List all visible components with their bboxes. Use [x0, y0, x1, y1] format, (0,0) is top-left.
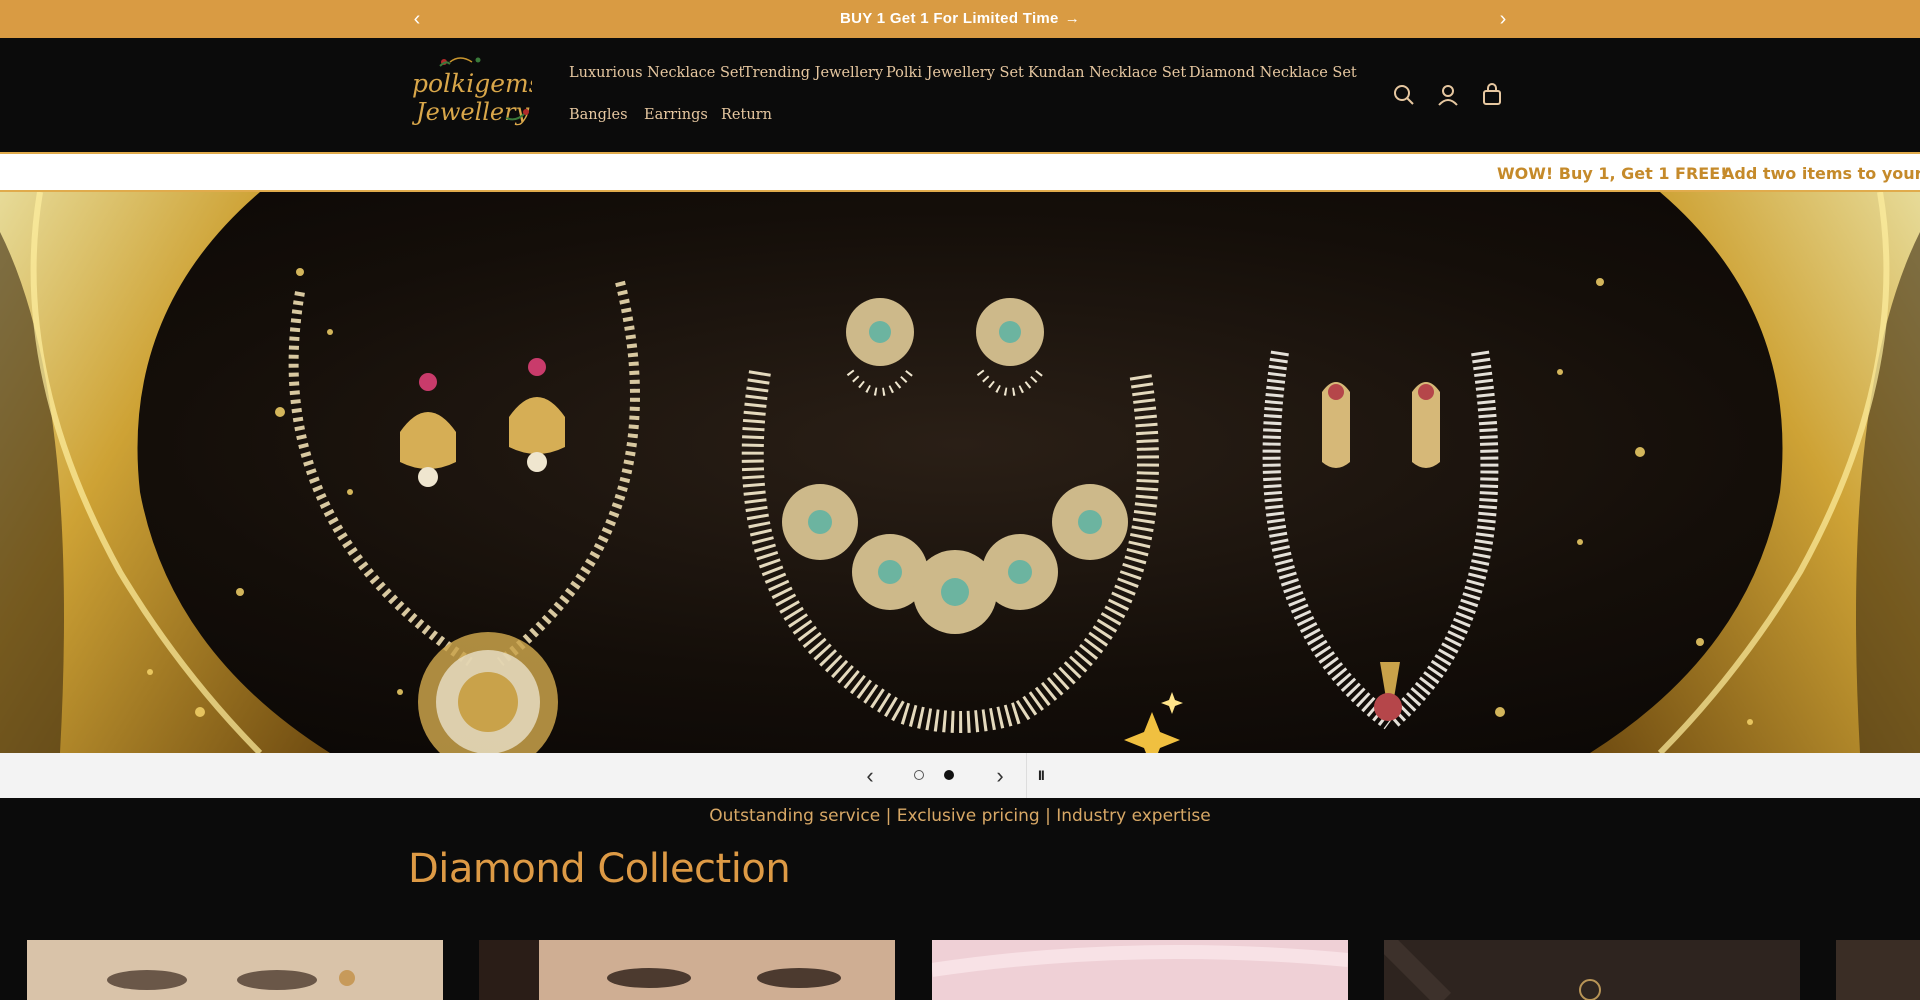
cart-icon[interactable] [1479, 82, 1505, 108]
logo[interactable]: polkigems Jewellery [410, 52, 542, 134]
product-image [479, 940, 895, 1000]
product-card[interactable] [932, 940, 1348, 1000]
product-image [932, 940, 1348, 1000]
search-icon[interactable] [1391, 82, 1417, 108]
announcement-bar: ‹ BUY 1 Get 1 For Limited Time → › [0, 0, 1920, 38]
logo-line2: Jewellery [411, 98, 530, 126]
marquee-item: Add two items to your cart [1722, 164, 1920, 183]
collection-title: Diamond Collection [408, 846, 791, 892]
product-card[interactable] [479, 940, 895, 1000]
account-icon[interactable] [1435, 82, 1461, 108]
site-header: polkigems Jewellery Luxurious Necklace S… [0, 38, 1920, 152]
product-image [1384, 940, 1800, 1000]
logo-line1: polkigems [412, 69, 532, 98]
hero-image [0, 192, 1920, 753]
nav-earrings[interactable]: Earrings [644, 107, 708, 123]
hero-slideshow [0, 192, 1920, 753]
product-image [27, 940, 443, 1000]
nav-return[interactable]: Return [721, 107, 772, 123]
nav-diamond-necklace-set[interactable]: Diamond Necklace Set [1189, 65, 1357, 81]
promo-marquee: WOW! Buy 1, Get 1 FREE! Add two items to… [0, 152, 1920, 192]
slider-controls: ‹ › II [0, 753, 1920, 798]
arrow-right-icon: → [1064, 10, 1081, 27]
nav-kundan-necklace-set[interactable]: Kundan Necklace Set [1028, 65, 1186, 81]
slide-dot-1[interactable] [914, 770, 924, 780]
nav-polki-jewellery-set[interactable]: Polki Jewellery Set [886, 65, 1024, 81]
pause-icon[interactable]: II [1038, 767, 1045, 783]
marquee-item: WOW! Buy 1, Get 1 FREE! [1497, 164, 1728, 183]
product-card[interactable] [1384, 940, 1800, 1000]
announcement-next-button[interactable]: › [1491, 7, 1515, 31]
nav-luxurious-necklace-set[interactable]: Luxurious Necklace Set [569, 65, 744, 81]
nav-trending-jewellery[interactable]: Trending Jewellery [743, 65, 883, 81]
announcement-text: BUY 1 Get 1 For Limited Time [839, 10, 1059, 27]
slide-prev-button[interactable]: ‹ [860, 763, 880, 789]
product-card[interactable] [27, 940, 443, 1000]
product-image [1836, 940, 1920, 1000]
product-card[interactable] [1836, 940, 1920, 1000]
tagline: Outstanding service | Exclusive pricing … [709, 806, 1211, 826]
slide-next-button[interactable]: › [990, 763, 1010, 789]
divider [1026, 753, 1027, 798]
slide-dot-2[interactable] [944, 770, 954, 780]
nav-bangles[interactable]: Bangles [569, 107, 628, 123]
announcement-link[interactable]: BUY 1 Get 1 For Limited Time → [0, 10, 1920, 27]
